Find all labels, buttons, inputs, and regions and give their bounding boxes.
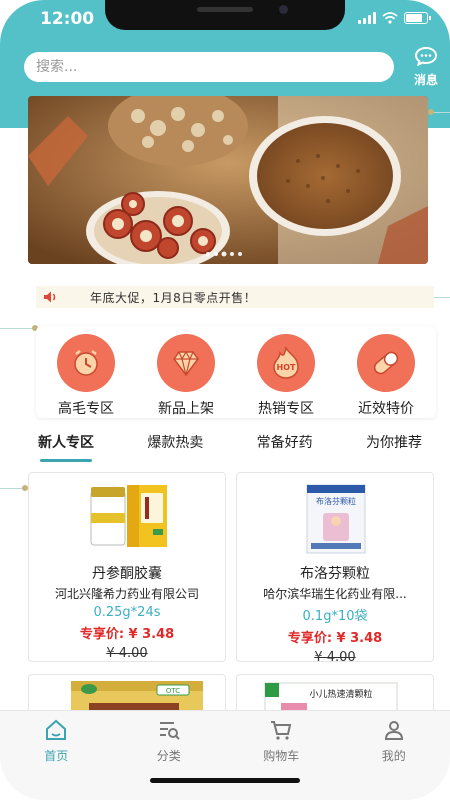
category-item-hot-sales[interactable]: HOT 热销专区 [241, 334, 331, 418]
category-icon [159, 722, 180, 740]
cart-icon [271, 721, 292, 740]
nav-cart[interactable]: 购物车 [246, 719, 316, 800]
product-name: 丹参酮胶囊 [92, 566, 162, 582]
nav-profile[interactable]: 我的 [359, 719, 429, 800]
guide-line [0, 328, 34, 329]
phone-screen: 12:00 消息 [0, 0, 450, 800]
chat-icon [414, 46, 438, 67]
home-icon [46, 719, 67, 740]
speaker-icon [36, 290, 66, 304]
product-original-price: ¥ 4.00 [106, 646, 148, 661]
product-price: 专享价: ¥ 3.48 [287, 631, 383, 646]
pill-icon [357, 334, 415, 392]
category-label: 高毛专区 [58, 401, 114, 417]
status-time: 12:00 [40, 9, 95, 29]
messages-label: 消息 [413, 73, 438, 87]
clock-icon [57, 334, 115, 392]
nav-home[interactable]: 首页 [21, 719, 91, 800]
category-item-high-margin[interactable]: 高毛专区 [41, 334, 131, 418]
nav-label: 首页 [44, 749, 69, 763]
search-input[interactable] [36, 59, 382, 75]
tab-hot-sale[interactable]: 爆款热卖 [139, 432, 211, 452]
product-name: 布洛芬颗粒 [300, 566, 370, 582]
announcement-text: 年底大促，1月8日零点开售！ [90, 290, 257, 305]
promo-banner[interactable] [28, 96, 428, 264]
status-icons [358, 12, 431, 24]
herbal-medicine-photo [28, 96, 428, 264]
signal-icon [358, 12, 376, 24]
product-maker: 河北兴隆希力药业有限公司 [54, 587, 199, 601]
home-indicator [150, 778, 300, 783]
product-card[interactable]: 布洛芬颗粒 布洛芬颗粒 哈尔滨华瑞生化药业有限... 0.1g*10袋 专享价:… [236, 472, 434, 662]
product-image [29, 479, 225, 559]
product-price: 专享价: ¥ 3.48 [79, 627, 175, 642]
nav-category[interactable]: 分类 [134, 719, 204, 800]
user-icon [384, 721, 403, 740]
svg-text:HOT: HOT [277, 363, 296, 372]
nav-label: 我的 [381, 749, 406, 763]
product-maker: 哈尔滨华瑞生化药业有限... [263, 587, 407, 601]
category-item-new-arrivals[interactable]: 新品上架 [141, 334, 231, 418]
tab-recommended[interactable]: 为你推荐 [358, 432, 430, 452]
notch [105, 0, 345, 30]
messages-button[interactable]: 消息 [406, 46, 446, 88]
box-label: 小儿热速清颗粒 [309, 688, 372, 700]
product-spec: 0.25g*24s [93, 605, 161, 620]
category-label: 新品上架 [158, 401, 214, 417]
hot-icon: HOT [257, 334, 315, 392]
product-image: 布洛芬颗粒 [237, 479, 433, 559]
tab-common-medicine[interactable]: 常备好药 [249, 432, 321, 452]
wifi-icon [382, 12, 398, 24]
diamond-icon [157, 334, 215, 392]
announcement-bar[interactable]: 年底大促，1月8日零点开售！ [36, 286, 434, 308]
guide-line [0, 488, 24, 489]
nav-label: 分类 [156, 749, 181, 763]
product-original-price: ¥ 4.00 [314, 650, 356, 662]
category-label: 近效特价 [358, 401, 414, 417]
product-tabs: 新人专区 爆款热卖 常备好药 为你推荐 [30, 432, 430, 462]
product-card[interactable]: 丹参酮胶囊 河北兴隆希力药业有限公司 0.25g*24s 专享价: ¥ 3.48… [28, 472, 226, 662]
search-bar[interactable] [24, 52, 394, 82]
battery-icon [404, 12, 431, 24]
bottom-navigation: 首页 分类 购物车 我的 [0, 710, 450, 800]
nav-label: 购物车 [263, 749, 300, 763]
product-spec: 0.1g*10袋 [302, 609, 368, 624]
box-label: OTC [166, 687, 180, 695]
category-item-near-expiry[interactable]: 近效特价 [341, 334, 431, 418]
category-grid: 高毛专区 新品上架 HOT 热销专区 近效特价 [36, 326, 436, 418]
box-label: 布洛芬颗粒 [316, 496, 356, 506]
category-label: 热销专区 [258, 401, 314, 417]
guide-dot [428, 109, 434, 115]
tab-new-user[interactable]: 新人专区 [30, 432, 102, 462]
